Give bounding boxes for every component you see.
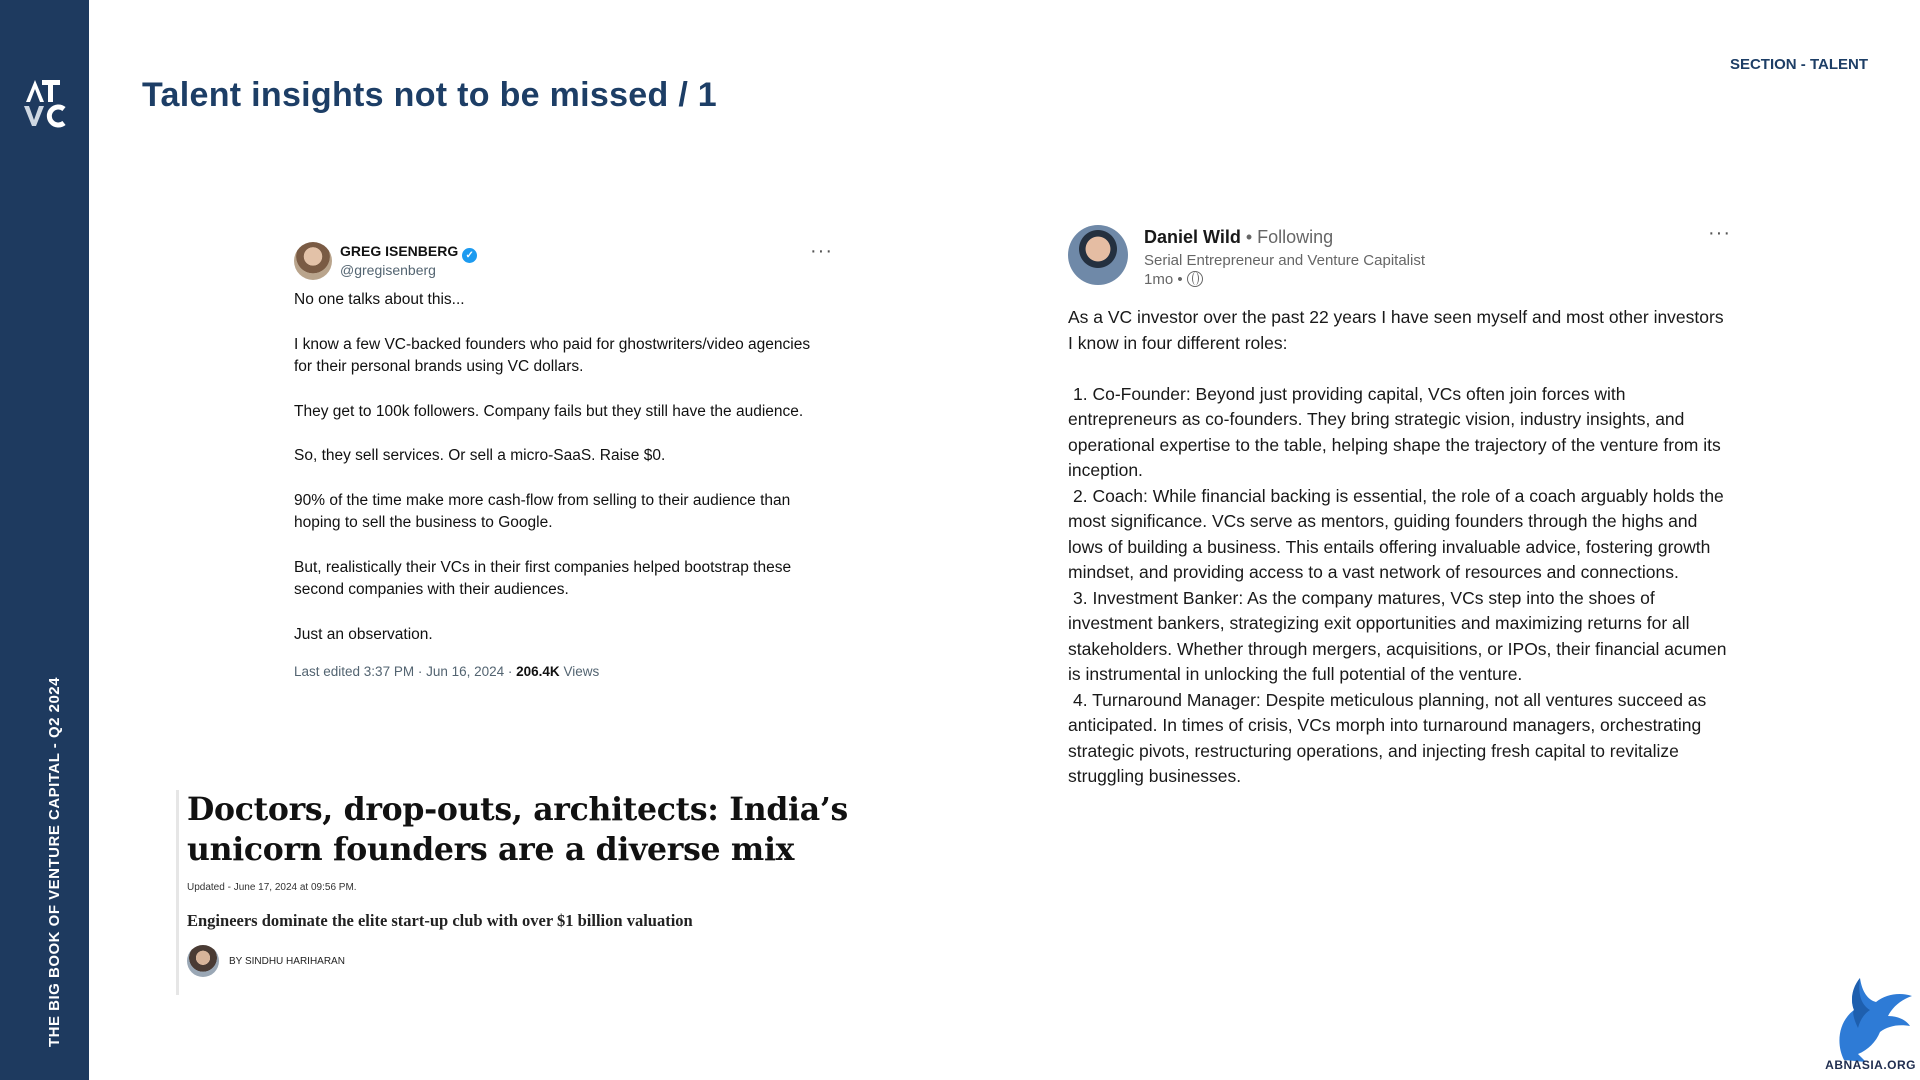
article-byline: BY SINDHU HARIHARAN <box>187 945 977 979</box>
post-list-item: 2. Coach: While financial backing is ess… <box>1068 485 1724 583</box>
post-list-item: 4. Turnaround Manager: Despite meticulou… <box>1068 689 1707 787</box>
section-label: SECTION - TALENT <box>1729 56 1868 73</box>
tweet-timestamp: Last edited 3:37 PM · Jun 16, 2024 · <box>294 664 517 679</box>
tweet-views-count: 206.4K <box>516 664 560 679</box>
post-body: As a VC investor over the past 22 years … <box>1068 305 1728 790</box>
book-title-vertical: THE BIG BOOK OF VENTURE CAPITAL - Q2 202… <box>46 677 63 1047</box>
atvc-logo <box>24 80 66 128</box>
byline-text: BY SINDHU HARIHARAN <box>229 956 345 967</box>
page-title: Talent insights not to be missed / 1 <box>142 76 718 114</box>
tweet-views-label: Views <box>559 664 600 679</box>
author-avatar <box>187 945 219 977</box>
tweet-paragraph: 90% of the time make more cash-flow from… <box>294 491 791 532</box>
article-updated: Updated - June 17, 2024 at 09:56 PM. <box>187 882 357 893</box>
article-headline: Doctors, drop-outs, architects: India’s … <box>187 791 848 868</box>
tweet-paragraph: No one talks about this... <box>294 291 465 308</box>
article-subhead: Engineers dominate the elite start-up cl… <box>187 911 693 930</box>
tweet-paragraph: So, they sell services. Or sell a micro-… <box>294 447 666 464</box>
tweet-avatar <box>294 242 332 280</box>
tweet-paragraph: They get to 100k followers. Company fail… <box>294 402 804 420</box>
tweet-paragraph: But, realistically their VCs in their fi… <box>294 558 792 599</box>
tweet-paragraph: I know a few VC-backed founders who paid… <box>294 335 811 376</box>
post-intro: As a VC investor over the past 22 years … <box>1068 307 1724 353</box>
article-clipping: Doctors, drop-outs, architects: India’s … <box>176 790 977 995</box>
post-time: 1mo • <box>1144 271 1203 288</box>
watermark-text: ABNASIA.ORG <box>1825 1058 1916 1072</box>
post-list-item: 1. Co-Founder: Beyond just providing cap… <box>1068 383 1721 481</box>
post-author-headline: Serial Entrepreneur and Venture Capitali… <box>1144 252 1426 269</box>
post-avatar[interactable] <box>1068 225 1128 285</box>
tweet-card: GREG ISENBERG ✓ @gregisenberg ··· No one … <box>294 240 832 679</box>
globe-icon <box>1186 271 1203 287</box>
following-status: • Following <box>1240 227 1334 247</box>
tweet-meta: Last edited 3:37 PM · Jun 16, 2024 · 206… <box>294 664 824 679</box>
more-horizontal-icon[interactable]: ··· <box>1708 223 1731 243</box>
tweet-paragraph: Just an observation. <box>294 625 433 643</box>
tweet-author: GREG ISENBERG ✓ <box>340 243 478 263</box>
tweet-handle: @gregisenberg <box>340 262 436 278</box>
sidebar: THE BIG BOOK OF VENTURE CAPITAL - Q2 202… <box>0 0 89 1080</box>
post-list-item: 3. Investment Banker: As the company mat… <box>1068 587 1727 685</box>
post-author: Daniel Wild • Following <box>1144 227 1333 248</box>
tweet-body: No one talks about this... I know a few … <box>294 289 824 646</box>
tweet-author-name: GREG ISENBERG <box>340 243 459 259</box>
post-timestamp: 1mo • <box>1144 271 1183 288</box>
post-author-name[interactable]: Daniel Wild <box>1144 227 1241 247</box>
verified-badge-icon: ✓ <box>462 248 478 263</box>
tweet-header: GREG ISENBERG ✓ @gregisenberg ··· <box>294 240 832 284</box>
more-horizontal-icon[interactable]: ··· <box>810 241 833 261</box>
